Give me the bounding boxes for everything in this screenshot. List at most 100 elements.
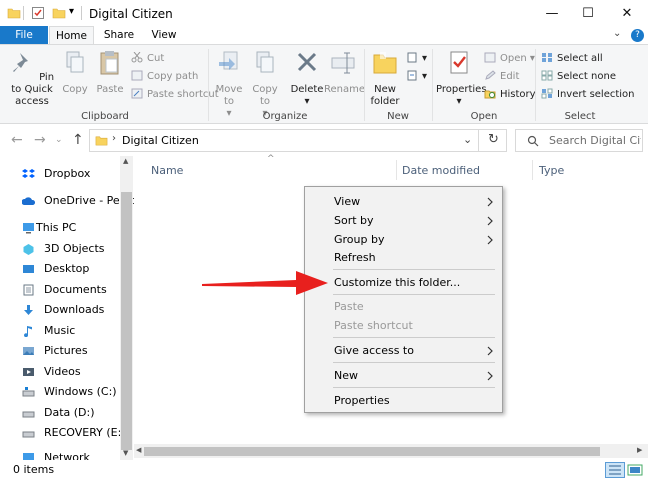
menu-item-sort-by[interactable]: Sort by	[334, 212, 374, 230]
properties-dropdown-icon: ▾	[456, 96, 462, 107]
menu-item-paste[interactable]: Paste	[334, 298, 364, 316]
paste-shortcut-button[interactable]: Paste shortcut	[131, 88, 219, 102]
help-icon[interactable]: ?	[631, 29, 644, 42]
delete-label: Delete	[290, 84, 324, 95]
nav-item-label: Desktop	[44, 262, 90, 275]
copy-path-button[interactable]: Copy path	[131, 70, 198, 84]
ribbon-separator	[364, 49, 365, 121]
tab-share[interactable]: Share	[97, 26, 141, 45]
address-dropdown-icon[interactable]: ⌄	[463, 133, 472, 146]
scroll-up-icon[interactable]: ▲	[123, 157, 128, 165]
scroll-left-icon[interactable]: ◀	[136, 446, 141, 454]
horizontal-scrollbar-thumb[interactable]	[144, 447, 600, 456]
copy-path-label: Copy path	[147, 71, 199, 82]
nav-item-label: Downloads	[44, 303, 105, 316]
menu-item-refresh[interactable]: Refresh	[334, 249, 376, 267]
column-header-date-modified[interactable]: Date modified	[402, 164, 480, 177]
onedrive-icon	[22, 197, 35, 205]
nav-item-label: Documents	[44, 283, 107, 296]
quick-access-dropdown-icon[interactable]: ▾	[69, 6, 74, 17]
pin-to-quick-access-button[interactable]: Pin to Quick access	[4, 49, 60, 108]
select-all-button[interactable]: Select all	[541, 52, 603, 66]
menu-item-new[interactable]: New	[334, 367, 358, 385]
ribbon-tabs: File Home Share View ⌄ ?	[0, 26, 648, 45]
search-icon	[527, 135, 539, 147]
drive-icon	[22, 411, 35, 418]
move-to-dropdown-icon: ▾	[226, 108, 232, 119]
column-header-name[interactable]: Name	[151, 164, 183, 177]
search-box[interactable]: Search Digital Citiz...	[515, 129, 643, 152]
new-folder-icon[interactable]	[52, 6, 66, 20]
menu-item-view[interactable]: View	[334, 193, 360, 211]
column-header-type[interactable]: Type	[539, 164, 564, 177]
forward-arrow-icon[interactable]: →	[34, 132, 46, 148]
rename-button[interactable]: Rename	[324, 49, 365, 96]
chevron-right-icon	[487, 197, 493, 207]
menu-item-group-by[interactable]: Group by	[334, 231, 384, 249]
up-arrow-icon[interactable]: ↑	[72, 132, 84, 148]
history-button[interactable]: History	[484, 88, 536, 102]
properties-icon[interactable]	[31, 6, 45, 20]
new-item-button[interactable]: ▾	[406, 52, 427, 66]
group-new-label: New	[387, 111, 409, 122]
search-input[interactable]: Search Digital Citiz...	[549, 134, 641, 147]
music-icon	[24, 326, 32, 337]
pin-icon	[12, 53, 28, 72]
documents-icon	[23, 284, 34, 296]
refresh-icon[interactable]: ↻	[488, 132, 499, 147]
nav-item-label: Network	[44, 451, 90, 460]
large-icons-view-icon[interactable]	[627, 463, 643, 477]
select-none-button[interactable]: Select none	[541, 70, 616, 84]
new-item-icon	[407, 52, 417, 63]
open-icon	[484, 52, 496, 63]
nav-item-label: Dropbox	[44, 167, 91, 180]
delete-button[interactable]: Delete ▾	[288, 49, 326, 108]
tab-home[interactable]: Home	[49, 26, 94, 45]
cut-button[interactable]: Cut	[131, 52, 164, 66]
move-to-button[interactable]: Move to ▾	[213, 49, 245, 120]
paste-button[interactable]: Paste	[96, 49, 124, 96]
nav-item-label: Pictures	[44, 344, 88, 357]
edit-icon	[485, 70, 496, 80]
tab-view[interactable]: View	[144, 26, 184, 45]
menu-item-paste-shortcut[interactable]: Paste shortcut	[334, 317, 413, 335]
open-button[interactable]: Open ▾	[484, 52, 535, 66]
tab-file[interactable]: File	[0, 26, 48, 45]
drive-icon	[22, 387, 35, 397]
delete-icon	[297, 52, 317, 72]
menu-item-give-access-to[interactable]: Give access to	[334, 342, 414, 360]
properties-icon	[450, 51, 468, 74]
invert-selection-button[interactable]: Invert selection	[541, 88, 635, 102]
select-all-label: Select all	[557, 53, 603, 64]
new-folder-label: New folder	[370, 84, 400, 107]
copy-to-label: Copy to	[252, 84, 278, 107]
copy-to-button[interactable]: Copy to ▾	[249, 49, 281, 120]
scroll-right-icon[interactable]: ▶	[637, 446, 642, 454]
clipboard-icon	[100, 51, 119, 75]
details-view-icon[interactable]	[605, 462, 625, 478]
back-arrow-icon[interactable]: ←	[11, 132, 23, 148]
menu-separator	[333, 337, 495, 338]
address-bar[interactable]: › Digital Citizen ⌄ ↻	[89, 129, 507, 152]
recent-locations-icon[interactable]: ⌄	[55, 135, 63, 145]
properties-button[interactable]: Properties ▾	[436, 49, 487, 108]
copy-button[interactable]: Copy	[62, 49, 88, 96]
edit-button[interactable]: Edit	[484, 70, 519, 84]
close-button[interactable]: ✕	[604, 0, 648, 27]
nav-item-label: Data (D:)	[44, 406, 95, 419]
breadcrumb[interactable]: Digital Citizen	[122, 134, 199, 147]
pin-label: Pin to Quick access	[11, 72, 55, 107]
scroll-down-icon[interactable]: ▼	[123, 449, 128, 457]
nav-scrollbar-thumb[interactable]	[121, 192, 132, 450]
3d-objects-icon	[23, 244, 34, 255]
breadcrumb-chevron-icon[interactable]: ›	[112, 133, 116, 144]
menu-item-properties[interactable]: Properties	[334, 392, 390, 410]
select-none-label: Select none	[557, 71, 616, 82]
divider	[81, 6, 82, 20]
chevron-down-icon[interactable]: ⌄	[613, 28, 621, 39]
menu-item-customize-this-folder[interactable]: Customize this folder...	[334, 274, 460, 292]
chevron-right-icon	[487, 346, 493, 356]
easy-access-button[interactable]: ▾	[406, 70, 427, 84]
ribbon-separator	[208, 49, 209, 121]
new-folder-button[interactable]: New folder	[368, 49, 402, 108]
